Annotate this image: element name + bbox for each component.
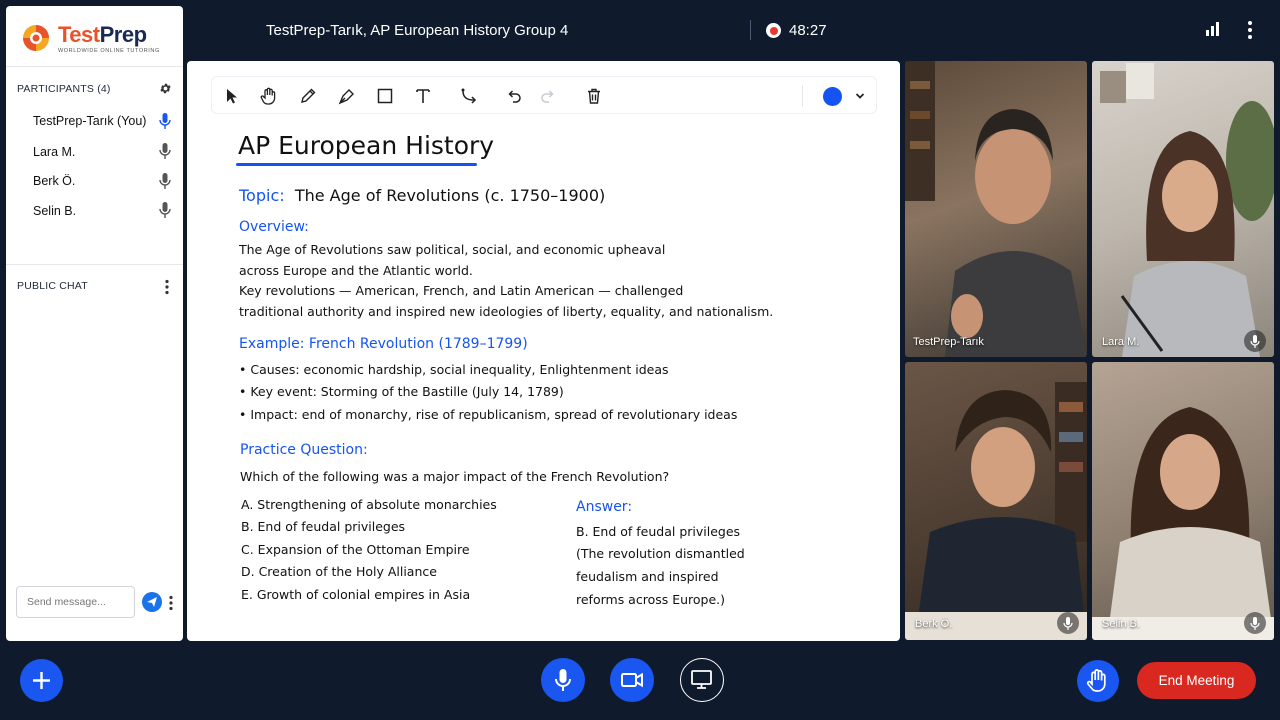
trash-icon[interactable] [584,86,604,106]
microphone-icon [555,669,571,691]
video-tile[interactable]: Selin B. [1092,362,1274,640]
example-bullet: • Causes: economic hardship, social ineq… [239,362,669,377]
mic-icon [1250,617,1260,630]
overview-label: Overview: [239,219,309,235]
text-icon[interactable] [413,86,433,106]
answer-option: D. Creation of the Holy Alliance [241,564,437,579]
tile-mic-button[interactable] [1244,612,1266,634]
testprep-logo: TestPrep WORLDWIDE ONLINE TUTORING [20,18,170,60]
participant-video-image [1100,63,1274,357]
example-bullet: • Impact: end of monarchy, rise of repub… [239,407,738,422]
divider [6,264,183,265]
chat-options-icon[interactable] [168,595,174,611]
chat-more-icon[interactable] [164,279,170,295]
answer-option: B. End of feudal privileges [241,519,406,534]
answer-label: Answer: [576,499,633,515]
connection-signal-icon[interactable] [1206,22,1220,36]
chat-message-input[interactable] [16,586,135,618]
recording-icon [766,23,781,38]
participant-name[interactable]: Berk Ö. [33,174,75,188]
undo-icon[interactable] [504,86,524,106]
participant-video-image [1092,407,1274,640]
divider [6,66,183,67]
public-chat-heading: PUBLIC CHAT [17,280,88,292]
sidebar: TestPrep WORLDWIDE ONLINE TUTORING PARTI… [6,6,183,641]
video-tile[interactable]: TestPrep-Tarık [905,61,1087,357]
meeting-title: TestPrep-Tarık, AP European History Grou… [266,22,569,39]
overview-line: Key revolutions — American, French, and … [239,283,684,298]
gear-icon[interactable] [159,82,172,95]
overview-line: traditional authority and inspired new i… [239,304,774,319]
screen-share-button[interactable] [680,658,724,702]
answer-text: B. End of feudal privileges [576,524,741,539]
practice-label: Practice Question: [240,442,368,458]
logo-wordmark: TestPrep [58,22,147,47]
mic-icon[interactable] [159,143,171,159]
mic-icon[interactable] [159,202,171,218]
video-name-label: TestPrep-Tarık [913,336,984,348]
mic-icon[interactable] [159,173,171,189]
tile-mic-button[interactable] [1244,330,1266,352]
whiteboard-toolbar [211,76,877,114]
video-tile[interactable]: Berk Ö. [905,362,1087,640]
end-meeting-button[interactable]: End Meeting [1137,662,1256,699]
whiteboard[interactable]: AP European History Topic: The Age of Re… [187,61,900,641]
title-underline [236,163,477,166]
screen-share-icon [691,670,712,689]
answer-explanation: (The revolution dismantled [576,546,745,561]
logo-swirl-icon [23,25,49,51]
raise-hand-icon [1086,669,1106,692]
participant-name[interactable]: Lara M. [33,145,75,159]
more-options-icon[interactable] [1243,20,1257,40]
answer-option: C. Expansion of the Ottoman Empire [241,542,470,557]
hand-icon[interactable] [259,86,279,106]
microphone-button[interactable] [541,658,585,702]
answer-explanation: reforms across Europe.) [576,592,726,607]
mic-icon [1250,335,1260,348]
rectangle-icon[interactable] [375,86,395,106]
practice-question: Which of the following was a major impac… [240,469,670,484]
select-icon[interactable] [222,86,242,106]
participant-name[interactable]: Selin B. [33,204,76,218]
send-button[interactable] [142,592,162,612]
connector-icon[interactable] [459,86,479,106]
video-name-label: Lara M. [1102,336,1140,348]
top-divider [750,20,751,40]
pen-icon[interactable] [337,86,357,106]
tile-mic-button[interactable] [1057,612,1079,634]
participants-heading: PARTICIPANTS (4) [17,83,111,95]
answer-explanation: feudalism and inspired [576,569,719,584]
answer-option: A. Strengthening of absolute monarchies [241,497,497,512]
color-picker[interactable] [823,87,842,106]
recording-timer: 48:27 [789,22,827,39]
chevron-down-icon[interactable] [855,92,865,100]
mic-active-icon[interactable] [159,113,171,129]
board-title: AP European History [238,131,495,160]
participant-video-image [905,382,1087,640]
redo-icon[interactable] [538,86,558,106]
example-label: Example: French Revolution (1789–1799) [239,336,528,352]
plus-icon [33,672,50,689]
answer-option: E. Growth of colonial empires in Asia [241,587,471,602]
overview-line: The Age of Revolutions saw political, so… [239,242,666,257]
example-bullet: • Key event: Storming of the Bastille (J… [239,384,564,399]
overview-line: across Europe and the Atlantic world. [239,263,473,278]
participant-name[interactable]: TestPrep-Tarık (You) [33,114,146,128]
participant-video-image [905,61,1087,357]
mic-icon [1063,617,1073,630]
topic-line: Topic: The Age of Revolutions (c. 1750–1… [239,186,606,205]
add-button[interactable] [20,659,63,702]
send-icon [147,597,157,607]
toolbar-divider [802,85,803,107]
video-camera-icon [621,672,643,688]
video-tile[interactable]: Lara M. [1092,61,1274,357]
video-name-label: Selin B. [1102,618,1140,630]
video-name-label: Berk Ö. [915,618,953,630]
camera-button[interactable] [610,658,654,702]
pencil-icon[interactable] [298,86,318,106]
logo-tagline: WORLDWIDE ONLINE TUTORING [58,48,160,54]
raise-hand-button[interactable] [1077,660,1119,702]
